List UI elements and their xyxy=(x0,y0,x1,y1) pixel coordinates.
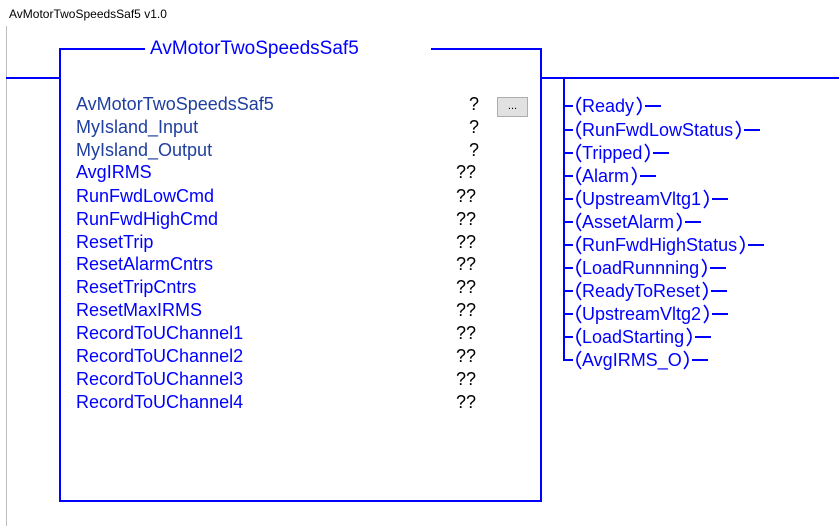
parameter-row[interactable]: RecordToUChannel3?? xyxy=(76,369,496,389)
parameter-row[interactable]: ResetAlarmCntrs?? xyxy=(76,254,496,274)
parameter-value[interactable]: ?? xyxy=(456,277,476,297)
parameter-label: MyIsland_Output xyxy=(76,140,213,160)
parameter-label: RecordToUChannel2 xyxy=(76,346,244,366)
parameter-label: ResetMaxIRMS xyxy=(76,300,203,320)
parameter-row[interactable]: ResetTripCntrs?? xyxy=(76,277,496,297)
parameter-value[interactable]: ?? xyxy=(456,232,476,252)
parameter-row[interactable]: RecordToUChannel4?? xyxy=(76,392,496,412)
parameter-row[interactable]: MyIsland_Input? xyxy=(76,117,496,137)
parameter-label: RunFwdHighCmd xyxy=(76,209,219,229)
output-coil-label: LoadRunnning xyxy=(582,258,700,278)
coil-left-paren-icon xyxy=(576,143,582,163)
coil-wire-out xyxy=(645,105,661,107)
coil-wire-out xyxy=(710,267,726,269)
parameter-label: RecordToUChannel1 xyxy=(76,323,244,343)
parameter-label: AvgIRMS xyxy=(76,162,152,182)
parameter-label: ResetTrip xyxy=(76,232,154,252)
output-bus xyxy=(563,77,565,360)
output-coil-label: UpstreamVltg2 xyxy=(582,304,702,324)
output-coil-label: AssetAlarm xyxy=(582,212,675,232)
parameter-row[interactable]: MyIsland_Output? xyxy=(76,140,496,160)
coil-wire-out xyxy=(712,198,728,200)
parameter-value[interactable]: ?? xyxy=(456,392,476,412)
parameter-row[interactable]: ResetMaxIRMS?? xyxy=(76,300,496,320)
coil-left-paren-icon xyxy=(576,120,582,140)
coil-wire-out xyxy=(695,336,711,338)
output-coil-label: RunFwdHighStatus xyxy=(582,235,738,255)
coil-left-paren-icon xyxy=(576,281,582,301)
coil-wire-out xyxy=(712,313,728,315)
parameter-value[interactable]: ?? xyxy=(456,369,476,389)
parameter-label: RecordToUChannel4 xyxy=(76,392,244,412)
input-rail xyxy=(6,77,59,79)
coil-left-paren-icon xyxy=(576,350,582,370)
parameter-value[interactable]: ?? xyxy=(456,186,476,206)
parameter-value[interactable]: ?? xyxy=(456,300,476,320)
block-name: AvMotorTwoSpeedsSaf5 xyxy=(150,38,359,59)
coil-wire-out xyxy=(692,359,708,361)
parameter-value[interactable]: ? xyxy=(469,94,479,114)
coil-left-paren-icon xyxy=(576,304,582,324)
parameter-label: RunFwdLowCmd xyxy=(76,186,215,206)
parameter-label: RecordToUChannel3 xyxy=(76,369,244,389)
configure-button[interactable]: ... xyxy=(497,97,528,117)
ladder-canvas: AvMotorTwoSpeedsSaf5 v1.0 AvMotorTwoSpee… xyxy=(0,0,839,526)
coil-wire-out xyxy=(685,221,701,223)
parameter-row[interactable]: ResetTrip?? xyxy=(76,232,496,252)
coil-left-paren-icon xyxy=(576,212,582,232)
parameter-label: AvMotorTwoSpeedsSaf5 xyxy=(76,94,274,114)
parameter-row[interactable]: RecordToUChannel2?? xyxy=(76,346,496,366)
parameter-label: ResetAlarmCntrs xyxy=(76,254,214,274)
parameter-row[interactable]: AvgIRMS?? xyxy=(76,162,496,182)
coil-wire-out xyxy=(653,152,669,154)
coil-wire-out xyxy=(640,175,656,177)
output-rail xyxy=(542,77,839,79)
coil-wire-out xyxy=(711,290,727,292)
parameter-value[interactable]: ? xyxy=(469,140,479,160)
coil-left-paren-icon xyxy=(576,189,582,209)
parameter-label: ResetTripCntrs xyxy=(76,277,197,297)
coil-wire-out xyxy=(744,129,760,131)
parameter-row[interactable]: RunFwdLowCmd?? xyxy=(76,186,496,206)
parameter-value[interactable]: ?? xyxy=(456,323,476,343)
coil-left-paren-icon xyxy=(576,235,582,255)
rung-frame-border xyxy=(6,26,7,526)
coil-left-paren-icon xyxy=(576,166,582,186)
parameter-value[interactable]: ?? xyxy=(456,162,476,182)
parameter-value[interactable]: ? xyxy=(469,117,479,137)
output-coil-label: Alarm xyxy=(582,166,630,186)
parameter-row[interactable]: RecordToUChannel1?? xyxy=(76,323,496,343)
block-top-border-right xyxy=(431,48,542,50)
parameter-row[interactable]: AvMotorTwoSpeedsSaf5? xyxy=(76,94,496,114)
parameter-value[interactable]: ?? xyxy=(456,254,476,274)
block-top-border-left xyxy=(59,48,145,50)
output-coil-label: UpstreamVltg1 xyxy=(582,189,702,209)
coil-left-paren-icon xyxy=(576,327,582,347)
coil-wire-out xyxy=(748,244,764,246)
coil-left-paren-icon xyxy=(576,258,582,278)
instruction-title: AvMotorTwoSpeedsSaf5 v1.0 xyxy=(9,7,167,21)
output-coil-label: LoadStarting xyxy=(582,327,685,347)
coil-left-paren-icon xyxy=(576,96,582,116)
output-coil-label: RunFwdLowStatus xyxy=(582,120,734,140)
output-coil-label: AvgIRMS_O xyxy=(582,350,682,370)
parameter-value[interactable]: ?? xyxy=(456,346,476,366)
parameter-value[interactable]: ?? xyxy=(456,209,476,229)
parameter-label: MyIsland_Input xyxy=(76,117,199,137)
parameter-row[interactable]: RunFwdHighCmd?? xyxy=(76,209,496,229)
output-coil-label: ReadyToReset xyxy=(582,281,701,301)
output-coil-label: Ready xyxy=(582,96,635,116)
output-coil-label: Tripped xyxy=(582,143,643,163)
